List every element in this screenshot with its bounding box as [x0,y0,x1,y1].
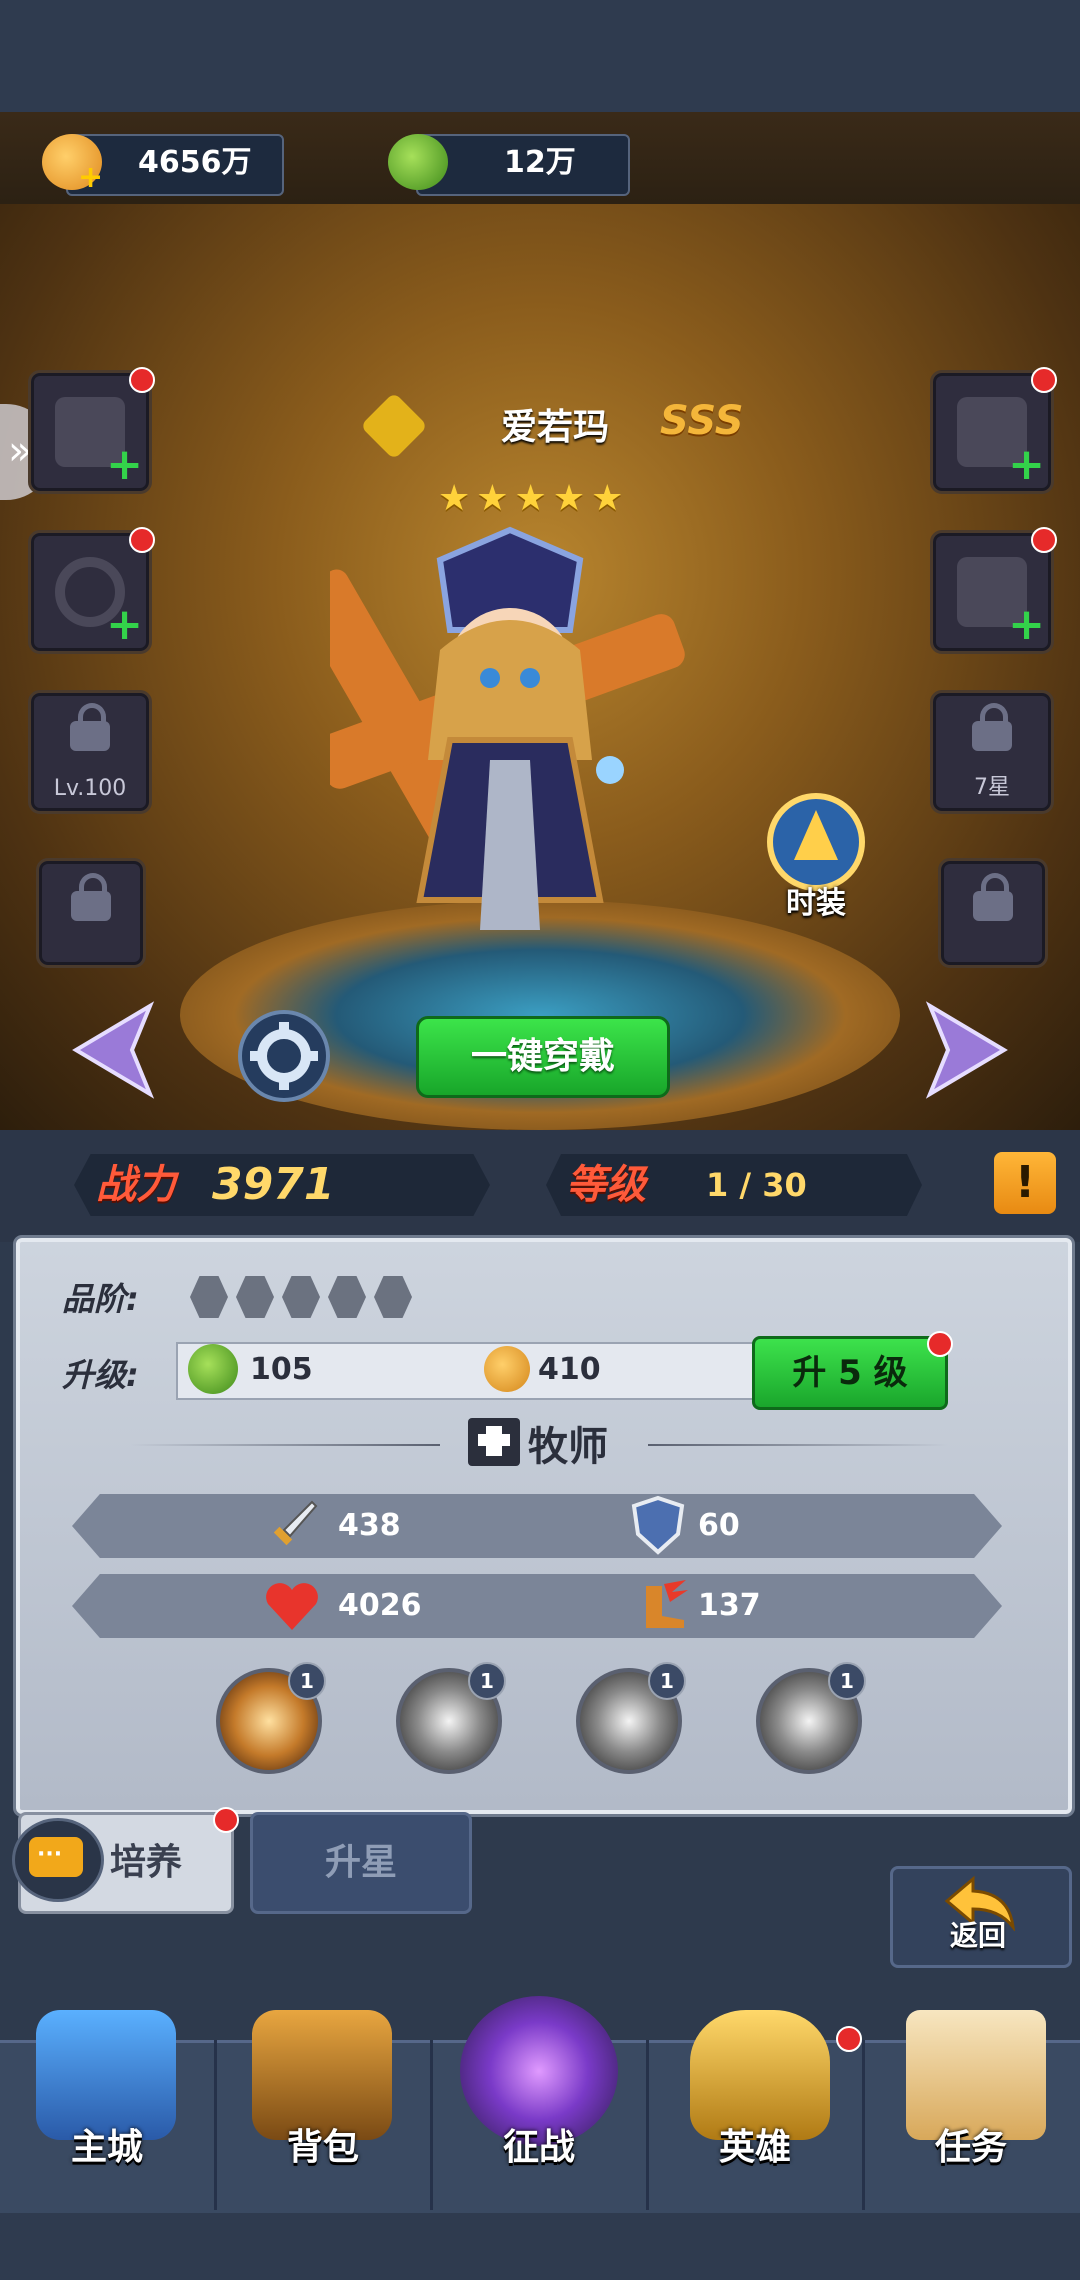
notification-dot [129,527,155,553]
tab-star-up[interactable]: 升星 [250,1812,472,1914]
skill-slot-1[interactable]: 1 [216,1662,326,1774]
return-label[interactable]: 返回 [890,1914,1066,1954]
quality-label: 品阶: [62,1280,139,1318]
attribute-row-1 [72,1494,1002,1558]
lock-icon [70,703,110,751]
locked-slot-lv100[interactable]: Lv.100 [28,690,152,814]
upgrade-gold-cost: 410 [538,1352,601,1387]
defense-value: 60 [698,1508,740,1543]
tab-train-label: 培养 [109,1842,182,1883]
weapon-slot[interactable]: + [28,367,155,494]
shield-icon [631,1495,685,1555]
gold-amount: 4656万 [138,145,252,180]
winged-boot-icon [646,1580,688,1628]
hero-grade-badge: SSS [660,398,744,444]
speed-value: 137 [698,1588,761,1623]
plus-icon: + [1008,599,1045,650]
green-exp-potion-icon [388,134,448,190]
skill-level-badge: 1 [288,1662,326,1700]
hero-character-portrait [330,526,685,930]
locked-slot-7star[interactable]: 7星 [930,690,1054,814]
hp-value: 4026 [338,1588,422,1623]
exp-amount: 12万 [504,145,576,180]
plus-icon: + [1008,439,1045,490]
skill-level-badge: 1 [468,1662,506,1700]
level-value: 1 / 30 [706,1166,807,1204]
ring-slot[interactable]: + [28,527,155,654]
skill-slot-2[interactable]: 1 [396,1662,506,1774]
notification-dot [129,367,155,393]
notification-dot [927,1331,953,1357]
attribute-row-2 [72,1574,1002,1638]
gold-coin-plus-icon[interactable]: + [42,134,103,193]
power-value: 3971 [212,1159,335,1210]
gold-coin-icon [484,1346,530,1392]
bottom-safe-area [0,2213,1080,2280]
info-alert-button[interactable]: ! [994,1152,1056,1214]
previous-hero-arrow-icon[interactable] [70,1000,156,1100]
nav-quests-label[interactable]: 任务 [864,2118,1078,2170]
unlock-requirement: Lv.100 [53,776,127,801]
nav-campaign-label[interactable]: 征战 [432,2118,646,2170]
costume-label[interactable]: 时装 [760,878,872,922]
status-bar-area [0,0,1080,112]
notification-dot [1031,367,1057,393]
heart-icon [266,1583,318,1630]
power-label: 战力 [96,1162,176,1208]
lock-icon [71,873,111,921]
upgrade-exp-cost: 105 [250,1352,313,1387]
settings-gear-button[interactable] [238,1010,330,1102]
next-hero-arrow-icon[interactable] [924,1000,1010,1100]
attack-value: 438 [338,1508,401,1543]
notification-dot [1031,527,1057,553]
green-exp-potion-icon [188,1344,238,1394]
skill-slot-3[interactable]: 1 [576,1662,686,1774]
unlock-requirement: 7星 [974,775,1010,800]
nav-main-city-label[interactable]: 主城 [0,2118,214,2170]
nav-heroes-label[interactable]: 英雄 [648,2118,862,2170]
priest-book-icon [468,1418,520,1466]
equip-all-button[interactable]: 一键穿戴 [416,1016,670,1098]
notification-dot [836,2026,862,2052]
plus-icon: + [106,599,143,650]
hero-name: 爱若玛 [500,407,609,448]
lock-icon [973,873,1013,921]
chat-button[interactable]: ··· [12,1818,104,1902]
skill-level-badge: 1 [828,1662,866,1700]
divider-left [130,1444,440,1446]
level-up-button[interactable]: 升 5 级 [752,1331,953,1410]
nav-backpack-label[interactable]: 背包 [216,2118,430,2170]
plus-icon: + [106,439,143,490]
divider-right [648,1444,948,1446]
lock-icon [972,703,1012,751]
skill-slot-4[interactable]: 1 [756,1662,866,1774]
notification-dot [213,1807,239,1833]
hero-stars: ★★★★★ [438,478,630,519]
skill-level-badge: 1 [648,1662,686,1700]
locked-slot[interactable] [36,858,146,968]
level-up-label: 升 5 级 [792,1353,908,1393]
armor-slot[interactable]: + [930,367,1057,494]
level-label: 等级 [566,1162,646,1208]
sword-icon [273,1500,318,1546]
boots-slot[interactable]: + [930,527,1057,654]
upgrade-label: 升级: [62,1356,139,1394]
gear-icon [250,1022,318,1090]
class-name: 牧师 [528,1424,608,1470]
chat-bubble-icon: ··· [29,1837,83,1877]
locked-slot[interactable] [938,858,1048,968]
